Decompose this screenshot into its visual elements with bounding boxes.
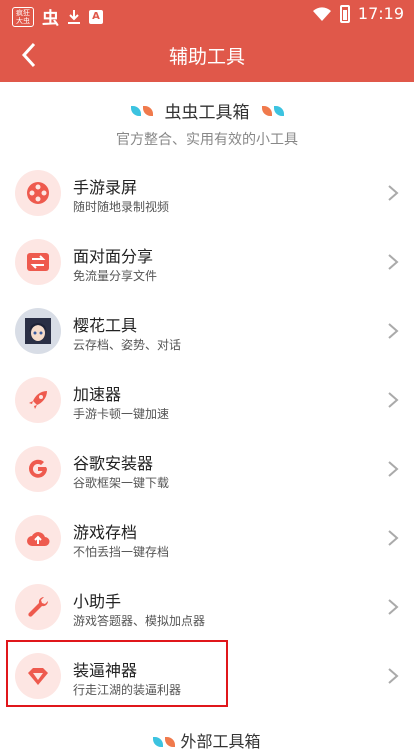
toolbox-subtitle: 官方整合、实用有效的小工具 xyxy=(116,132,298,148)
toolbox-header: 虫虫工具箱 官方整合、实用有效的小工具 xyxy=(0,98,414,149)
tool-item-assistant[interactable]: 小助手 游戏答题器、模拟加点器 xyxy=(0,574,414,643)
film-reel-icon xyxy=(15,170,61,216)
google-g-icon xyxy=(15,446,61,492)
tool-item-face-share[interactable]: 面对面分享 免流量分享文件 xyxy=(0,229,414,298)
tool-desc: 云存档、姿势、对话 xyxy=(73,338,182,352)
tool-desc: 游戏答题器、模拟加点器 xyxy=(73,614,206,628)
status-bar: 疯狂 大虫 虫 A 17:19 xyxy=(0,0,414,29)
wifi-icon xyxy=(312,6,331,21)
cloud-upload-icon xyxy=(15,515,61,561)
diamond-icon xyxy=(15,653,61,699)
external-toolbox-title: 外部工具箱 xyxy=(180,732,261,751)
tool-item-screen-record[interactable]: 手游录屏 随时随地录制视频 xyxy=(0,160,414,229)
anime-avatar-icon xyxy=(15,308,61,354)
rocket-icon xyxy=(15,377,61,423)
tool-desc: 随时随地录制视频 xyxy=(73,200,170,214)
tool-name: 手游录屏 xyxy=(73,178,138,197)
tool-item-google-installer[interactable]: 谷歌安装器 谷歌框架一键下载 xyxy=(0,436,414,505)
nav-bar: 辅助工具 xyxy=(0,28,414,82)
chevron-right-icon xyxy=(388,323,399,339)
chevron-right-icon xyxy=(388,668,399,684)
tool-name: 加速器 xyxy=(73,385,122,404)
app-badge-icon: 疯狂 大虫 xyxy=(12,6,34,27)
chevron-right-icon xyxy=(388,530,399,546)
tool-item-accelerator[interactable]: 加速器 手游卡顿一键加速 xyxy=(0,367,414,436)
download-icon xyxy=(68,9,80,24)
tool-name: 樱花工具 xyxy=(73,316,138,335)
chevron-right-icon xyxy=(388,392,399,408)
battery-icon xyxy=(339,4,350,23)
toolbox-title: 虫虫工具箱 xyxy=(164,103,250,123)
external-toolbox-header: 外部工具箱 xyxy=(0,728,414,752)
tool-item-game-save[interactable]: 游戏存档 不怕丢挡一键存档 xyxy=(0,505,414,574)
tool-name: 小助手 xyxy=(73,592,122,611)
wrench-icon xyxy=(15,584,61,630)
tool-desc: 不怕丢挡一键存档 xyxy=(73,545,170,559)
chevron-right-icon xyxy=(388,185,399,201)
tool-desc: 免流量分享文件 xyxy=(73,269,158,283)
tool-name: 游戏存档 xyxy=(73,523,138,542)
leaf-decoration-icon xyxy=(261,105,284,116)
page-title: 辅助工具 xyxy=(168,46,245,68)
tool-desc: 行走江湖的装逼利器 xyxy=(73,683,182,697)
tool-name: 装逼神器 xyxy=(73,661,138,680)
tool-item-show-off[interactable]: 装逼神器 行走江湖的装逼利器 xyxy=(0,640,414,712)
leaf-decoration-icon xyxy=(130,105,153,116)
chevron-right-icon xyxy=(388,461,399,477)
tool-item-sakura[interactable]: 樱花工具 云存档、姿势、对话 xyxy=(0,298,414,367)
chevron-right-icon xyxy=(388,599,399,615)
tool-name: 谷歌安装器 xyxy=(73,454,154,473)
a-notification-icon: A xyxy=(89,9,103,24)
chevron-right-icon xyxy=(388,254,399,270)
tool-desc: 谷歌框架一键下载 xyxy=(73,476,170,490)
tool-list: 手游录屏 随时随地录制视频 面对面分享 免流量分享文件 樱花工具 云存档、姿势、… xyxy=(0,160,414,712)
app-glyph: 虫 xyxy=(42,9,59,29)
tool-desc: 手游卡顿一键加速 xyxy=(73,407,170,421)
share-exchange-icon xyxy=(15,239,61,285)
leaf-decoration-icon xyxy=(153,737,176,747)
tool-name: 面对面分享 xyxy=(73,247,154,266)
clock: 17:19 xyxy=(357,4,404,23)
